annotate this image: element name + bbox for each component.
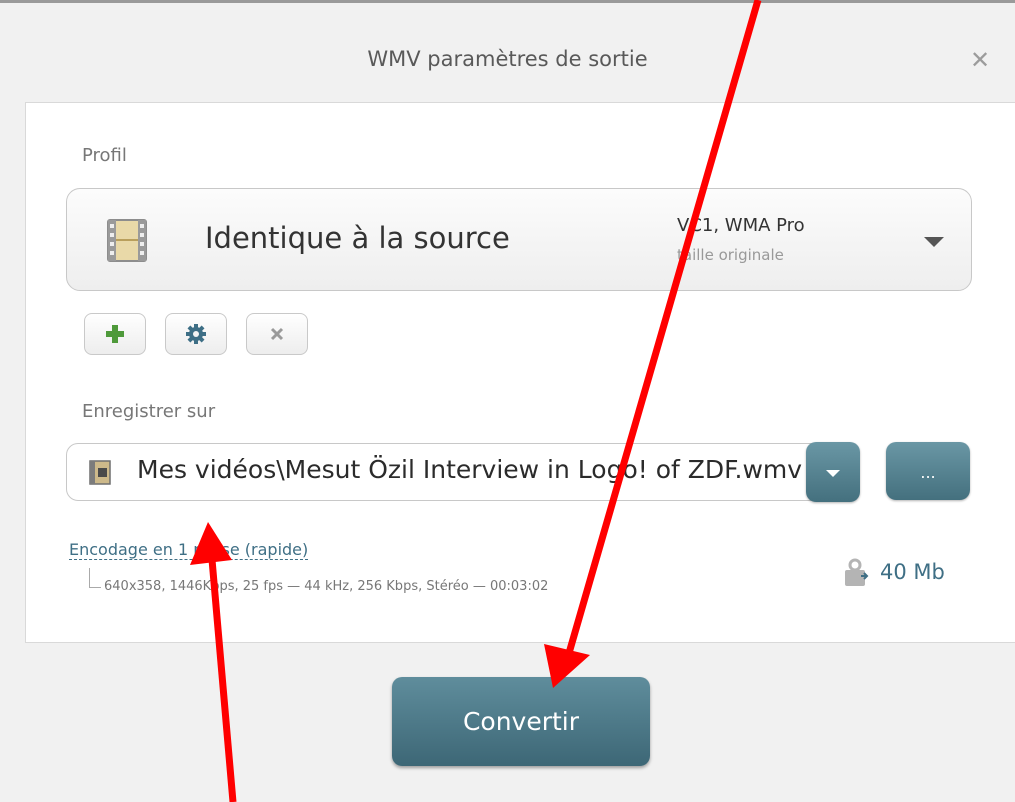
gear-icon — [186, 324, 206, 344]
chevron-down-icon — [924, 237, 944, 247]
weight-icon — [845, 558, 869, 586]
plus-icon — [106, 325, 124, 343]
profile-dropdown[interactable]: Identique à la source VC1, WMA Pro taill… — [66, 188, 972, 291]
profile-size: taille originale — [677, 246, 784, 264]
profile-label: Profil — [82, 145, 127, 166]
browse-button[interactable]: ... — [886, 442, 970, 500]
dialog-title: WMV paramètres de sortie — [367, 47, 648, 71]
add-profile-button[interactable] — [84, 313, 146, 355]
output-settings-dialog: WMV paramètres de sortie ✕ Profil Identi… — [0, 0, 1015, 802]
close-icon — [270, 327, 284, 341]
path-history-dropdown[interactable] — [806, 442, 860, 502]
film-icon — [107, 219, 147, 262]
title-bar: WMV paramètres de sortie ✕ — [0, 3, 1015, 103]
tree-connector — [89, 568, 101, 588]
video-file-icon — [89, 460, 111, 485]
save-location-label: Enregistrer sur — [82, 401, 216, 422]
output-path-text: Mes vidéos\Mesut Özil Interview in Logo!… — [137, 455, 803, 484]
profile-name: Identique à la source — [205, 221, 510, 255]
output-file-size: 40 Mb — [880, 560, 945, 584]
remove-profile-button[interactable] — [246, 313, 308, 355]
output-path-field[interactable]: Mes vidéos\Mesut Özil Interview in Logo!… — [66, 443, 840, 501]
profile-codec: VC1, WMA Pro — [677, 215, 805, 236]
chevron-down-icon — [826, 470, 840, 477]
profile-settings-button[interactable] — [165, 313, 227, 355]
close-icon[interactable]: ✕ — [970, 46, 990, 74]
convert-button[interactable]: Convertir — [392, 677, 650, 766]
encoding-mode-link[interactable]: Encodage en 1 passe (rapide) — [69, 540, 309, 560]
encoding-details: 640x358, 1446Kbps, 25 fps — 44 kHz, 256 … — [104, 579, 549, 594]
